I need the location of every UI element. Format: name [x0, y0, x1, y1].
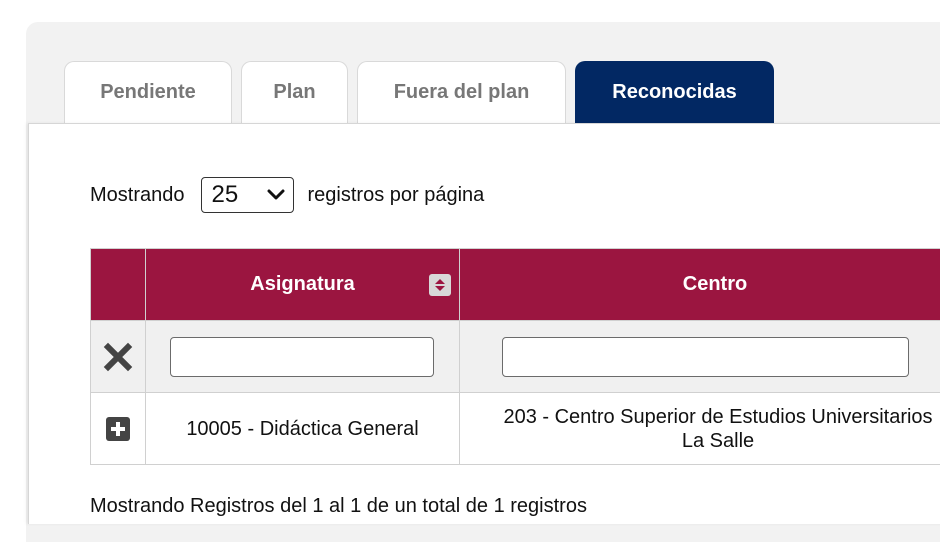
asignatura-cell: 10005 - Didáctica General — [146, 393, 460, 465]
plus-square-icon[interactable] — [106, 417, 130, 441]
column-header-asignatura[interactable]: Asignatura — [146, 249, 460, 321]
page-length-select[interactable]: 25 — [201, 177, 294, 213]
page-length-value: 25 — [212, 181, 239, 209]
tab-label: Fuera del plan — [394, 81, 530, 104]
table-row: 10005 - Didáctica General 203 - Centro S… — [91, 393, 940, 465]
tab-fuera-del-plan[interactable]: Fuera del plan — [357, 61, 566, 123]
tab-label: Plan — [273, 81, 315, 104]
tab-pendiente[interactable]: Pendiente — [64, 61, 232, 123]
table-header-row: Asignatura Centro — [91, 249, 940, 321]
sort-both-icon — [429, 274, 451, 296]
results-table: Asignatura Centro — [90, 248, 940, 465]
table-info-text: Mostrando Registros del 1 al 1 de un tot… — [90, 495, 587, 518]
close-x-icon[interactable] — [103, 342, 133, 372]
centro-filter-input[interactable] — [502, 337, 909, 377]
header-corner-cell — [91, 249, 146, 321]
tab-label: Pendiente — [100, 81, 196, 104]
column-header-label: Centro — [683, 273, 747, 295]
filter-cell-centro — [460, 321, 940, 393]
column-header-label: Asignatura — [250, 273, 354, 295]
length-prefix-label: Mostrando — [90, 184, 185, 207]
column-header-centro[interactable]: Centro — [460, 249, 940, 321]
asignatura-filter-input[interactable] — [170, 337, 434, 377]
chevron-down-icon — [267, 189, 285, 201]
centro-cell: 203 - Centro Superior de Estudios Univer… — [460, 393, 940, 465]
expand-row-cell[interactable] — [91, 393, 146, 465]
length-suffix-label: registros por página — [308, 184, 485, 207]
page-length-control: Mostrando 25 registros por página — [90, 176, 484, 214]
centro-line1: 203 - Centro Superior de Estudios Univer… — [466, 405, 940, 429]
tab-reconocidas[interactable]: Reconocidas — [575, 61, 774, 123]
tab-label: Reconocidas — [612, 81, 736, 104]
clear-filters-cell[interactable] — [91, 321, 146, 393]
centro-line2: La Salle — [466, 429, 940, 453]
filter-row — [91, 321, 940, 393]
filter-cell-asignatura — [146, 321, 460, 393]
tab-plan[interactable]: Plan — [241, 61, 348, 123]
